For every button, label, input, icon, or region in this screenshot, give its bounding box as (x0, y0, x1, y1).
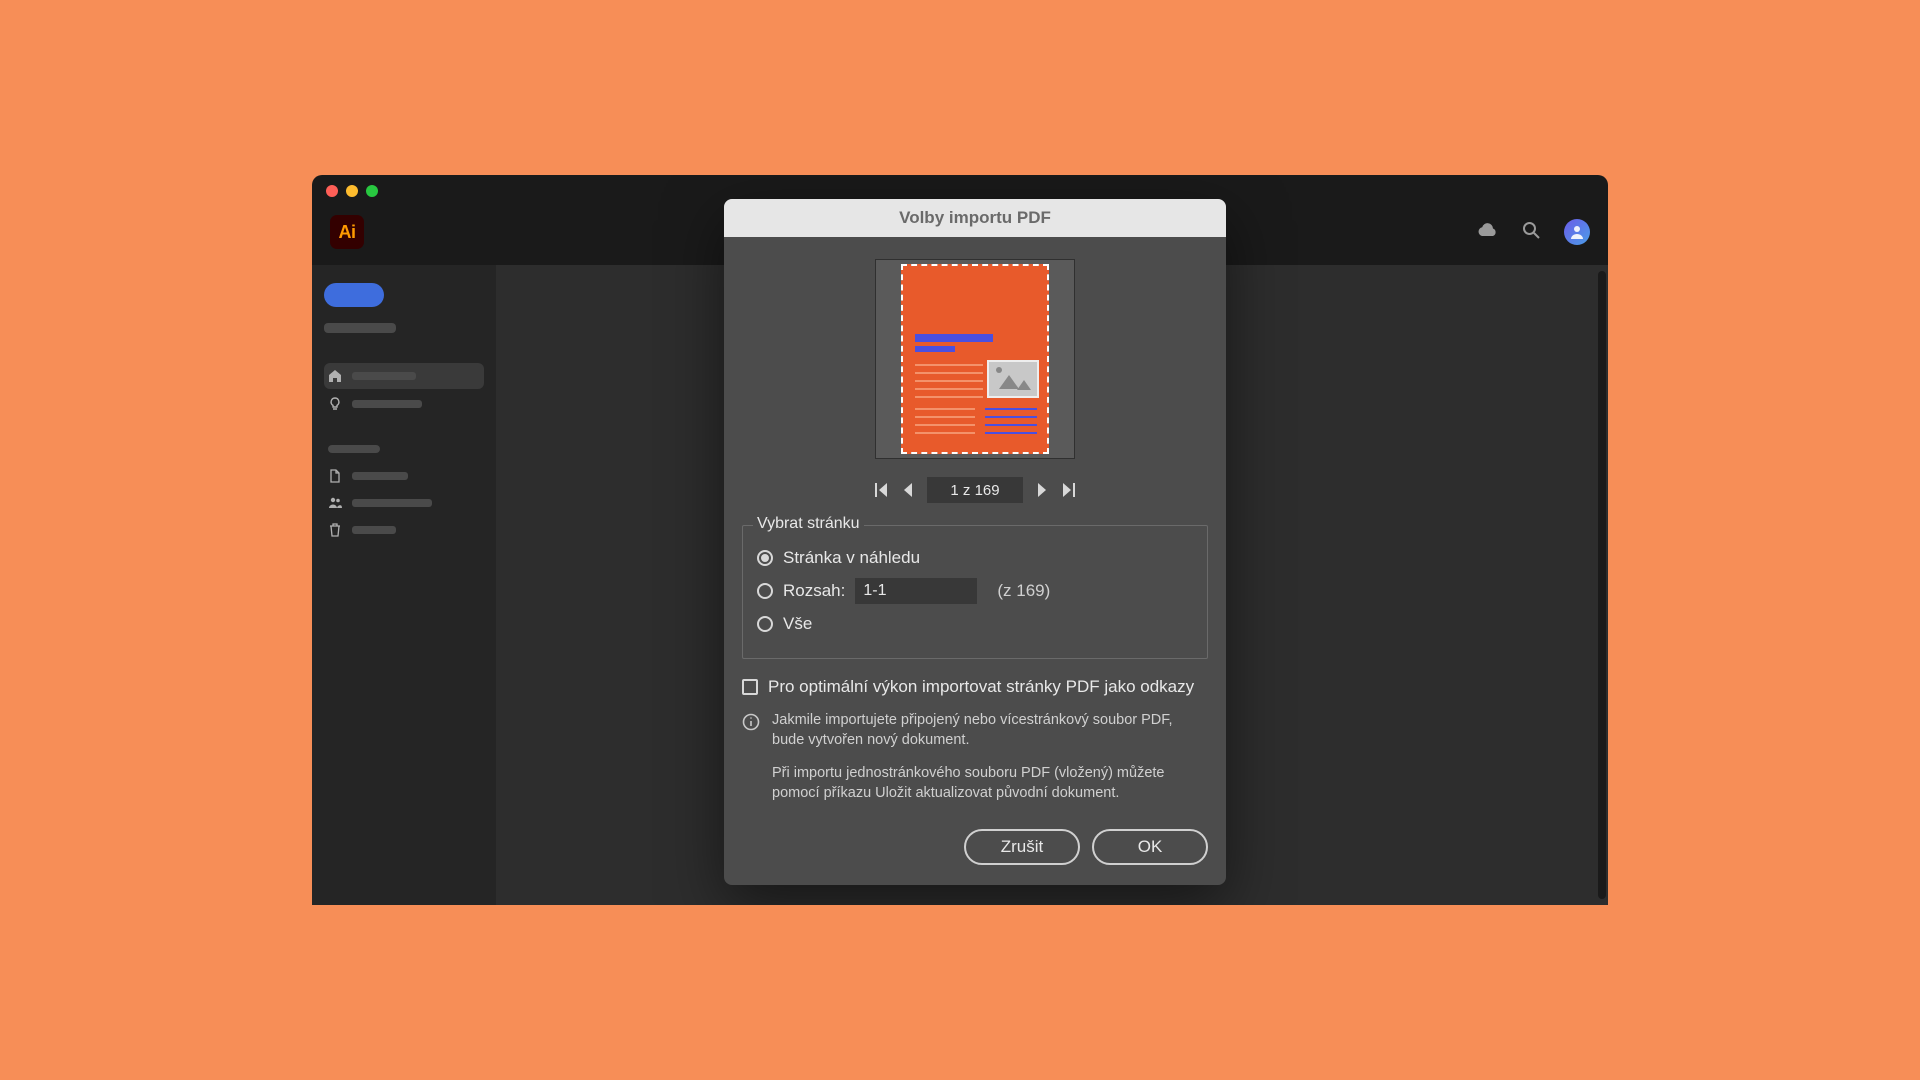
info-note: Jakmile importujete připojený nebo víces… (742, 711, 1208, 803)
page-number-input[interactable] (927, 477, 1023, 503)
trash-icon (328, 523, 342, 537)
radio-all[interactable]: Vše (757, 614, 1193, 634)
import-as-links-checkbox[interactable]: Pro optimální výkon importovat stránky P… (742, 677, 1208, 697)
ok-button[interactable]: OK (1092, 829, 1208, 865)
sidebar-item-shared[interactable] (324, 491, 484, 515)
app-logo: Ai (330, 215, 364, 249)
app-window: Ai (312, 175, 1608, 905)
home-icon (328, 369, 342, 383)
page-navigator (742, 477, 1208, 503)
sidebar-item-files[interactable] (324, 463, 484, 489)
cloud-icon[interactable] (1476, 222, 1498, 243)
preview-frame (875, 259, 1075, 459)
checkbox-icon (742, 679, 758, 695)
prev-page-button[interactable] (903, 482, 913, 498)
range-total: (z 169) (997, 581, 1050, 601)
scrollbar[interactable] (1598, 271, 1606, 899)
sidebar-item-deleted[interactable] (324, 517, 484, 543)
dialog-button-row: Zrušit OK (742, 829, 1208, 865)
checkbox-label: Pro optimální výkon importovat stránky P… (768, 677, 1194, 697)
radio-range[interactable]: Rozsah: (z 169) (757, 578, 1193, 604)
radio-label: Rozsah: (783, 581, 845, 601)
page-thumbnail (901, 264, 1049, 454)
next-page-button[interactable] (1037, 482, 1047, 498)
button-label: Zrušit (1001, 837, 1044, 857)
info-paragraph: Jakmile importujete připojený nebo víces… (772, 711, 1208, 750)
pdf-import-options-dialog: Volby importu PDF (724, 199, 1226, 885)
people-icon (328, 497, 342, 509)
radio-icon (757, 550, 773, 566)
thumb-subheading-shape (915, 346, 955, 352)
window-controls (326, 185, 378, 197)
thumb-image-placeholder (987, 360, 1039, 398)
sidebar-item-label (352, 372, 416, 380)
info-paragraph: Při importu jednostránkového souboru PDF… (772, 764, 1208, 803)
radio-label: Vše (783, 614, 812, 634)
sidebar-item-home[interactable] (324, 363, 484, 389)
radio-previewed-page[interactable]: Stránka v náhledu (757, 548, 1193, 568)
sidebar-item-label (352, 472, 408, 480)
button-label: OK (1138, 837, 1163, 857)
app-logo-text: Ai (339, 222, 356, 243)
page-preview (742, 259, 1208, 459)
lightbulb-icon (328, 397, 342, 411)
thumb-heading-shape (915, 334, 993, 342)
document-icon (328, 469, 342, 483)
first-page-button[interactable] (875, 482, 889, 498)
radio-icon (757, 616, 773, 632)
radio-label: Stránka v náhledu (783, 548, 920, 568)
sidebar-item-label (352, 526, 396, 534)
sidebar (312, 265, 496, 905)
toolbar-right (1476, 219, 1590, 245)
fieldset-legend: Vybrat stránku (753, 515, 864, 533)
range-input[interactable] (855, 578, 977, 604)
minimize-window-button[interactable] (346, 185, 358, 197)
sidebar-heading-skeleton (324, 323, 396, 333)
dialog-title: Volby importu PDF (724, 199, 1226, 237)
radio-icon (757, 583, 773, 599)
search-icon[interactable] (1522, 221, 1540, 244)
info-text: Jakmile importujete připojený nebo víces… (772, 711, 1208, 803)
info-icon (742, 713, 760, 803)
avatar[interactable] (1564, 219, 1590, 245)
sidebar-section-heading (328, 445, 380, 453)
last-page-button[interactable] (1061, 482, 1075, 498)
select-page-fieldset: Vybrat stránku Stránka v náhledu Rozsah:… (742, 525, 1208, 659)
stage: Ai (232, 131, 1688, 949)
cancel-button[interactable]: Zrušit (964, 829, 1080, 865)
sidebar-item-learn[interactable] (324, 391, 484, 417)
close-window-button[interactable] (326, 185, 338, 197)
sidebar-primary-button[interactable] (324, 283, 384, 307)
maximize-window-button[interactable] (366, 185, 378, 197)
sidebar-item-label (352, 499, 432, 507)
dialog-body: Vybrat stránku Stránka v náhledu Rozsah:… (724, 237, 1226, 885)
sidebar-item-label (352, 400, 422, 408)
